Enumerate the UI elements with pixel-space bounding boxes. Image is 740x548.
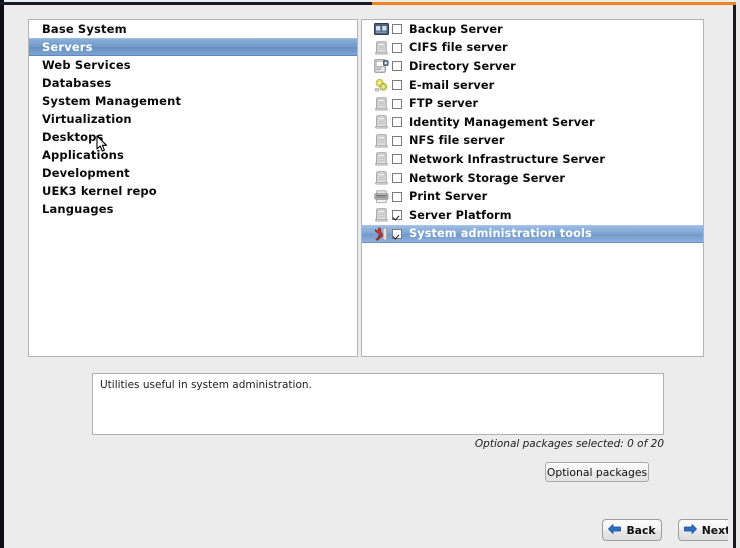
package-label: CIFS file server	[409, 41, 508, 55]
back-button[interactable]: Back	[602, 519, 662, 541]
package-label: Network Infrastructure Server	[409, 152, 605, 166]
package-checkbox[interactable]	[392, 191, 402, 202]
package-checkbox[interactable]	[392, 135, 402, 146]
server-tower-icon	[374, 208, 389, 222]
server-tower-icon	[374, 96, 389, 111]
group-description-text: Utilities useful in system administratio…	[100, 379, 312, 391]
optional-packages-status: Optional packages selected: 0 of 20	[474, 438, 664, 450]
group-list-item[interactable]: Applications	[29, 146, 357, 164]
package-label: E-mail server	[409, 78, 495, 92]
optional-packages-button[interactable]: Optional packages	[545, 462, 649, 482]
next-button-label: Next	[701, 523, 731, 537]
package-label: FTP server	[409, 97, 479, 111]
arrow-right-icon	[683, 523, 697, 538]
server-tower-icon	[374, 152, 389, 166]
package-checkbox[interactable]	[392, 228, 402, 239]
server-tower-icon	[374, 171, 389, 185]
package-list-item[interactable]: Network Storage Server	[362, 169, 703, 188]
package-label: System administration tools	[409, 227, 592, 241]
package-label: NFS file server	[409, 134, 505, 148]
group-description-box: Utilities useful in system administratio…	[92, 373, 664, 435]
group-list-item[interactable]: Development	[29, 164, 357, 182]
package-checkbox[interactable]	[392, 154, 402, 165]
package-checkbox[interactable]	[392, 80, 402, 91]
group-list-item[interactable]: Languages	[29, 200, 357, 218]
window-surface: Base System Servers Web Services Databases S…	[4, 5, 736, 548]
server-tower-icon	[374, 115, 389, 129]
tape-drive-icon	[374, 22, 389, 36]
package-group-list[interactable]: Base System Servers Web Services Databases S…	[28, 19, 358, 357]
package-label: Directory Server	[409, 59, 516, 73]
optional-packages-button-label: Optional packages	[546, 465, 648, 479]
group-list-item[interactable]: Desktops	[29, 128, 357, 146]
back-button-label: Back	[626, 523, 656, 537]
arrow-left-icon	[608, 523, 622, 538]
package-label: Network Storage Server	[409, 171, 566, 185]
wrench-tools-icon	[374, 227, 389, 241]
group-list-item[interactable]: System Management	[29, 92, 357, 110]
group-list-item[interactable]: Servers	[29, 38, 357, 56]
package-label: Print Server	[409, 190, 488, 204]
package-list-item[interactable]: Backup Server	[362, 20, 703, 39]
package-list-item[interactable]: CIFS file server	[362, 39, 703, 58]
package-list-item[interactable]: NFS file server	[362, 132, 703, 151]
window-edge-right-far	[736, 0, 740, 548]
group-list-item[interactable]: Virtualization	[29, 110, 357, 128]
package-list-item[interactable]: System administration tools	[362, 224, 703, 244]
group-list-item[interactable]: Base System	[29, 20, 357, 38]
package-list-item[interactable]: FTP server	[362, 94, 703, 113]
group-list-item[interactable]: Web Services	[29, 56, 357, 74]
package-label: Identity Management Server	[409, 115, 595, 129]
package-checkbox[interactable]	[392, 117, 402, 128]
package-list-item[interactable]: E-mail server	[362, 76, 703, 95]
package-list-item[interactable]: Server Platform	[362, 206, 703, 225]
group-list-item[interactable]: Databases	[29, 74, 357, 92]
mail-gear-icon	[374, 78, 389, 92]
package-label: Server Platform	[409, 208, 512, 222]
package-checkbox[interactable]	[392, 210, 402, 221]
package-label: Backup Server	[409, 22, 503, 36]
package-checkbox[interactable]	[392, 42, 402, 53]
package-list-item[interactable]: Directory Server	[362, 57, 703, 76]
package-checkbox[interactable]	[392, 24, 402, 35]
package-checkbox[interactable]	[392, 61, 402, 72]
package-checkbox[interactable]	[392, 98, 402, 109]
server-tower-icon	[374, 41, 389, 55]
server-tower-icon	[374, 134, 389, 148]
group-list-item[interactable]: UEK3 kernel repo	[29, 182, 357, 200]
package-environment-list[interactable]: Backup Server CIFS file server Directory S…	[361, 19, 704, 357]
package-list-item[interactable]: Network Infrastructure Server	[362, 150, 703, 169]
package-checkbox[interactable]	[392, 173, 402, 184]
directory-card-icon	[374, 59, 389, 74]
printer-icon	[374, 190, 389, 204]
installer-window: Base System Servers Web Services Databases S…	[0, 0, 740, 548]
package-list-item[interactable]: Print Server	[362, 187, 703, 206]
package-list-item[interactable]: Identity Management Server	[362, 113, 703, 132]
